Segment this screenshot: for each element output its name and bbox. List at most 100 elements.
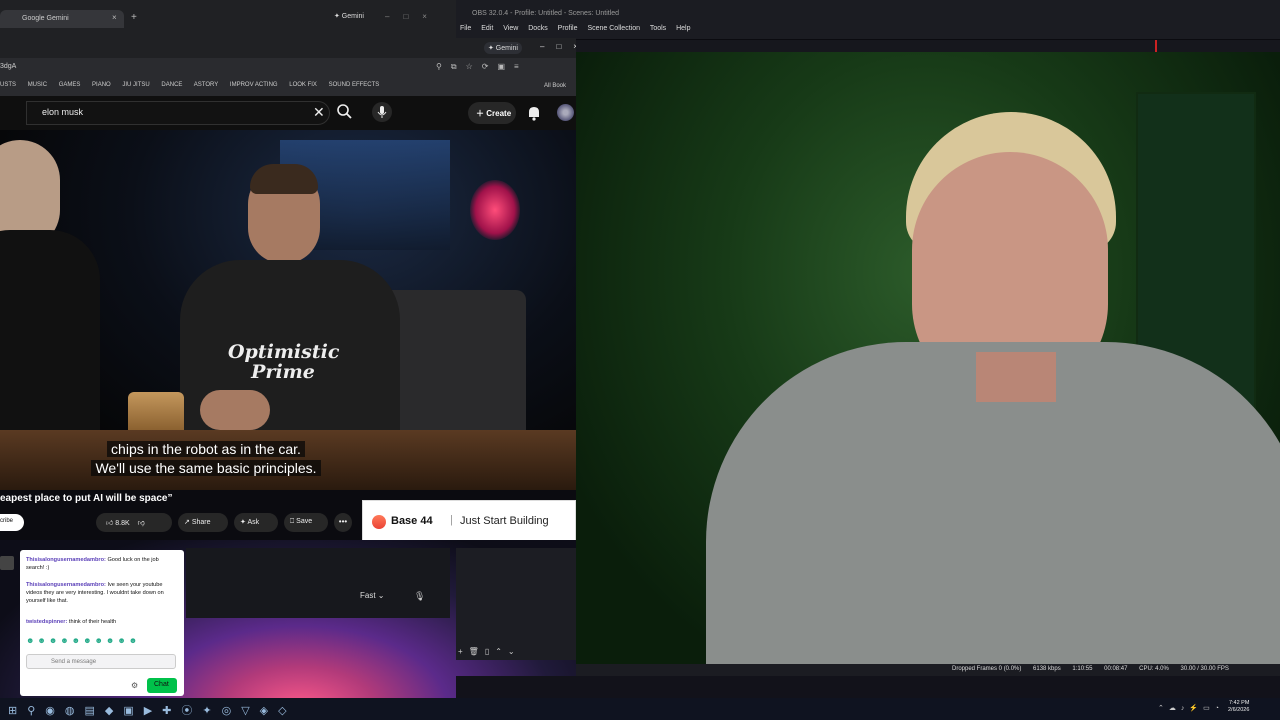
subtitle-line-2: We'll use the same basic principles. (91, 460, 321, 476)
menu-help[interactable]: Help (676, 25, 690, 32)
microphone-icon[interactable] (372, 101, 392, 123)
share-button[interactable]: ↗ Share (178, 513, 228, 532)
chat-input[interactable]: Send a message (26, 654, 176, 669)
obs-preview-strip (576, 40, 1280, 52)
chat-username[interactable]: Thisisalongusernamedambro: (26, 557, 106, 563)
obs-recording-marker (1155, 40, 1157, 52)
fps-readout: 30.00 / 30.00 FPS (1180, 666, 1229, 672)
share-icon: ↗ (184, 519, 190, 526)
search-query[interactable]: elon musk (42, 107, 83, 117)
video-title[interactable]: eapest place to put AI will be space” (0, 493, 172, 504)
menu-profile[interactable]: Profile (558, 25, 578, 32)
webcam-feed (576, 52, 1280, 664)
bookmark-item[interactable]: IMPROV ACTING (230, 82, 278, 88)
chat-message: Thisisalongusernamedambro: Ive seen your… (26, 581, 176, 605)
mode-label: Fast (360, 591, 376, 600)
recording-time: 00:08:47 (1104, 666, 1128, 672)
obs-status-bar: Dropped Frames 0 (0.0%) 6138 kbps 1:10:5… (576, 664, 1280, 676)
bookmark-item[interactable]: ASTORY (194, 82, 218, 88)
menu-tools[interactable]: Tools (650, 25, 666, 32)
obs-dock-controls[interactable]: +🗑▯⌃⌄ (458, 647, 521, 656)
video-neon-sign (470, 180, 520, 240)
taskbar-app-icons[interactable]: ⊞⚲◉◍▤◆▣▶✚⦿✦◎▽◈◇ (8, 702, 297, 718)
obs-title: OBS 32.0.4 - Profile: Untitled - Scenes:… (456, 0, 1280, 23)
webcam-person-neck (976, 352, 1056, 402)
menu-scene-collection[interactable]: Scene Collection (587, 25, 640, 32)
new-tab-button[interactable]: + (131, 12, 137, 23)
bookmarks-bar: USTS MUSIC GAMES PIANO JIU JITSU DANCE A… (0, 78, 576, 96)
save-button[interactable]: ⎕ Save (284, 513, 328, 532)
video-subtitles: chips in the robot as in the car. We'll … (0, 440, 412, 478)
bookmark-item[interactable]: DANCE (161, 82, 182, 88)
sparkle-icon: ✦ (240, 519, 246, 526)
save-label: Save (296, 518, 313, 525)
clock-date: 2/6/2026 (1228, 707, 1250, 713)
thumbs-down-icon[interactable]: 👎︎ (138, 520, 145, 527)
video-player[interactable]: Optimistic Prime (0, 130, 576, 490)
video-shirt-text: Optimistic Prime (228, 341, 340, 383)
bookmark-item[interactable]: USTS (0, 82, 16, 88)
subscribe-button[interactable]: cribe (0, 514, 24, 531)
base44-logo-icon (372, 515, 386, 529)
taskbar-clock[interactable]: 7:42 PM 2/6/2026 (1228, 700, 1249, 714)
menu-view[interactable]: View (503, 25, 518, 32)
subtitle-line-1: chips in the robot as in the car. (107, 441, 305, 457)
clear-search-icon[interactable]: ✕ (313, 104, 325, 121)
chat-emote-row[interactable]: ☻☻☻☻☻☻☻☻☻☻ (26, 636, 140, 645)
shirt-line-2: Prime (251, 361, 315, 383)
bookmark-item[interactable]: LOOK FIX (289, 82, 317, 88)
dropped-frames: Dropped Frames 0 (0.0%) (952, 666, 1022, 672)
bookmark-icon: ⎕ (290, 518, 295, 525)
bitrate: 6138 kbps (1033, 666, 1061, 672)
chevron-down-icon: ⌄ (377, 591, 385, 600)
bookmark-item[interactable]: MUSIC (28, 82, 47, 88)
gemini-tab-badge[interactable]: ✦ Gemini (334, 12, 364, 20)
gemini-microphone-icon[interactable]: 🎙︎ (414, 591, 425, 602)
bookmark-item[interactable]: PIANO (92, 82, 111, 88)
menu-docks[interactable]: Docks (528, 25, 547, 32)
ad-tagline: Just Start Building (460, 515, 549, 527)
address-text[interactable]: 3dgA (0, 63, 16, 70)
notifications-bell-icon[interactable] (526, 104, 542, 122)
share-label: Share (191, 519, 211, 526)
clock-time: 7:42 PM (1228, 700, 1250, 706)
chat-message: twistedspinner: think of their health (26, 618, 176, 626)
chat-message: Thisisalongusernamedambro: Good luck on … (26, 556, 176, 572)
chat-send-button[interactable]: Chat (147, 678, 177, 693)
address-bar-icons[interactable]: ⚲⧉☆⟳▣≡ (436, 62, 528, 72)
create-label: Create (486, 109, 512, 118)
system-tray[interactable]: ⌃☁♪⚡▭◔ (1158, 704, 1224, 712)
all-bookmarks-link[interactable]: All Book (544, 83, 566, 89)
thumbs-up-icon[interactable]: 👍︎ (106, 520, 113, 527)
obs-menu-bar: File Edit View Docks Profile Scene Colle… (456, 23, 1280, 39)
gemini-input-panel[interactable] (186, 548, 450, 618)
bookmark-item[interactable]: SOUND EFFECTS (329, 82, 380, 88)
obs-docks-panel (456, 548, 576, 660)
tab-close-icon[interactable]: × (112, 13, 117, 22)
chat-username[interactable]: Thisisalongusernamedambro: (26, 582, 106, 588)
bookmark-item[interactable]: GAMES (59, 82, 81, 88)
ad-brand: Base 44 (391, 515, 433, 527)
ask-label: Ask (247, 519, 260, 526)
ask-button[interactable]: ✦ Ask (234, 513, 278, 532)
shirt-line-1: Optimistic (228, 341, 340, 363)
browser-tab[interactable]: Google Gemini (0, 10, 124, 28)
search-icon[interactable] (336, 103, 352, 121)
menu-file[interactable]: File (460, 25, 471, 32)
like-dislike-group[interactable]: 👍︎ 8.8K 👎︎ (96, 513, 172, 532)
video-hands (200, 390, 270, 430)
more-actions-button[interactable]: ••• (334, 513, 352, 532)
like-count: 8.8K (115, 520, 130, 527)
create-button[interactable]: ＋ Create (468, 102, 516, 124)
window-controls[interactable]: –□× (385, 12, 441, 21)
video-guest-hair (250, 164, 318, 194)
gear-icon[interactable]: ⚙ (131, 681, 138, 690)
bookmark-item[interactable]: JIU JITSU (122, 82, 149, 88)
stream-time: 1:10:55 (1072, 666, 1093, 672)
model-mode-select[interactable]: Fast ⌄ (360, 591, 385, 600)
chat-username[interactable]: twistedspinner: (26, 619, 67, 625)
chat-text: think of their health (67, 619, 117, 625)
menu-edit[interactable]: Edit (481, 25, 493, 32)
avatar[interactable] (557, 104, 574, 121)
gemini-popup-badge[interactable]: ✦ Gemini (484, 42, 522, 54)
